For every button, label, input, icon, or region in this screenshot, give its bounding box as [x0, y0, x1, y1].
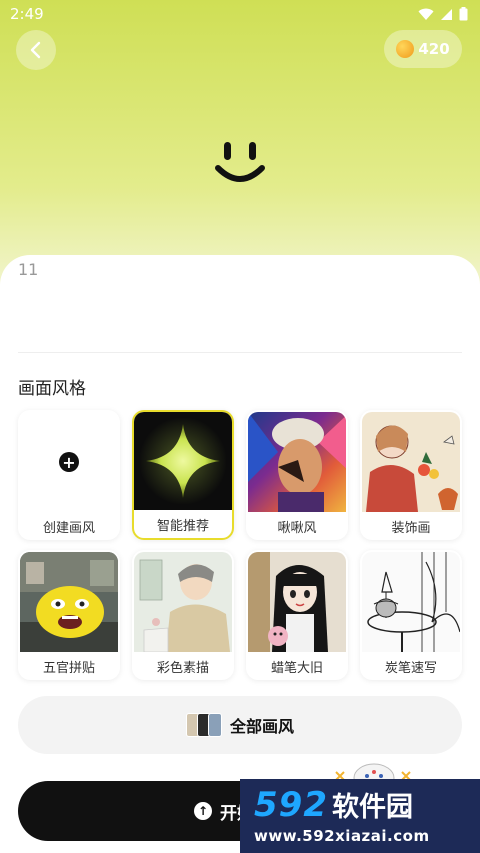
status-icons — [418, 7, 468, 21]
style-thumb — [362, 412, 460, 512]
style-card-charcoal[interactable]: 炭笔速写 — [360, 550, 462, 680]
style-label: 装饰画 — [391, 520, 431, 536]
wifi-icon — [418, 8, 434, 20]
style-card-jiujiu[interactable]: 啾啾风 — [246, 410, 348, 540]
charcoal-sketch-image — [367, 552, 460, 652]
style-card-color-sketch[interactable]: 彩色素描 — [132, 550, 234, 680]
status-time: 2:49 — [10, 5, 44, 23]
coin-balance[interactable]: 420 — [384, 30, 462, 68]
watermark-number: 592 — [254, 785, 328, 825]
style-label: 彩色素描 — [156, 660, 209, 676]
arrow-up-icon: ↑ — [194, 802, 212, 820]
style-label: 啾啾风 — [277, 520, 317, 536]
decorative-painting-image — [366, 425, 458, 512]
watermark: 592 软件园 www.592xiazai.com — [240, 779, 480, 853]
lemon-face-image — [20, 552, 118, 652]
style-card-create[interactable]: + 创建画风 — [18, 410, 120, 540]
style-thumb — [134, 552, 232, 652]
style-grid: + 创建画风 智能推荐 啾啾风 装饰画 五官拼贴 彩色素描 蜡笔大旧 炭笔速写 — [18, 410, 462, 680]
style-thumbs-icon — [185, 713, 222, 737]
style-card-smart[interactable]: 智能推荐 — [132, 410, 234, 540]
watermark-url: www.592xiazai.com — [254, 827, 430, 845]
chevron-left-icon — [30, 41, 41, 59]
all-styles-label: 全部画风 — [229, 717, 294, 736]
style-thumb: + — [20, 412, 118, 512]
style-thumb — [248, 552, 346, 652]
style-label: 蜡笔大旧 — [270, 660, 323, 676]
coin-icon — [396, 40, 415, 58]
style-label: 五官拼贴 — [42, 660, 95, 676]
back-button[interactable] — [16, 30, 56, 70]
style-thumb — [134, 412, 232, 510]
style-label: 炭笔速写 — [384, 660, 437, 676]
smiley-face-icon — [215, 142, 265, 182]
style-card-crayon[interactable]: 蜡笔大旧 — [246, 550, 348, 680]
style-label: 创建画风 — [42, 520, 95, 536]
watermark-name: 软件园 — [331, 792, 413, 823]
all-styles-button[interactable]: 全部画风 — [18, 696, 462, 754]
coin-count: 420 — [418, 40, 450, 58]
plus-icon: + — [59, 452, 79, 472]
signal-icon — [441, 8, 452, 20]
style-thumb — [248, 412, 346, 512]
battery-icon — [459, 7, 468, 21]
style-card-collage[interactable]: 五官拼贴 — [18, 550, 120, 680]
section-title: 画面风格 — [18, 379, 86, 399]
sparkle-icon — [139, 417, 227, 505]
divider — [18, 352, 462, 353]
style-thumb — [20, 552, 118, 652]
style-thumb — [362, 552, 460, 652]
style-label: 智能推荐 — [156, 518, 209, 534]
prompt-input[interactable]: 11 — [18, 260, 38, 279]
color-sketch-image — [139, 559, 230, 652]
style-card-decorative[interactable]: 装饰画 — [360, 410, 462, 540]
status-bar: 2:49 — [0, 0, 480, 28]
crayon-girl-image — [248, 552, 328, 652]
comic-portrait-image — [248, 412, 346, 512]
